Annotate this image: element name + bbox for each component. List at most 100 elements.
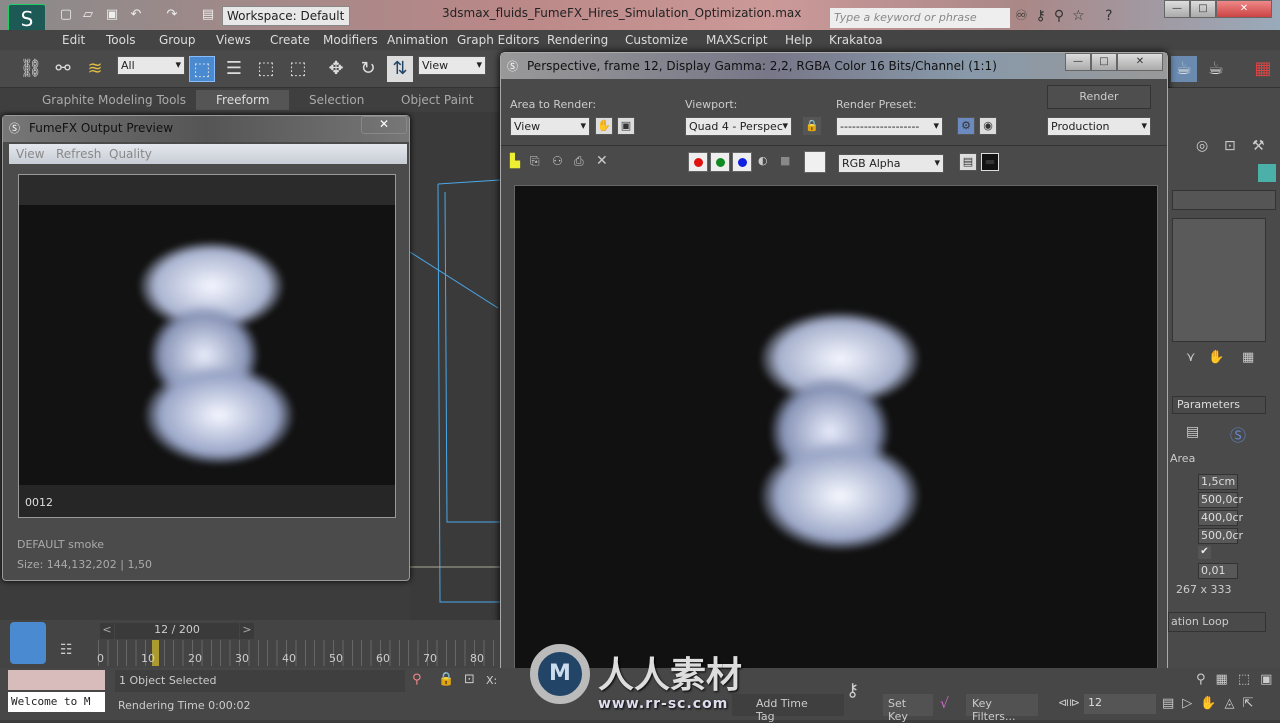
menu-create[interactable]: Create <box>270 33 310 47</box>
menu-graph-editors[interactable]: Graph Editors <box>457 33 539 47</box>
zoom-all-icon[interactable]: ▦ <box>1216 672 1238 687</box>
absolute-mode-icon[interactable]: ⊡ <box>464 672 475 687</box>
unlink-icon[interactable]: ⚯ <box>50 56 76 82</box>
tab-freeform[interactable]: Freeform <box>196 90 290 110</box>
select-by-name-icon[interactable]: ☰ <box>221 56 247 82</box>
save-image-icon[interactable]: ▙ <box>510 154 520 169</box>
maxscript-listener-input[interactable] <box>8 670 105 690</box>
time-slider[interactable]: 12 / 200 <box>115 623 239 639</box>
menu-refresh[interactable]: Refresh <box>56 147 101 161</box>
clear-icon[interactable]: ✕ <box>596 153 608 169</box>
satellite-icon[interactable]: ⚲ <box>1054 8 1072 24</box>
zoom-extents-all-icon[interactable]: ▣ <box>1260 672 1280 687</box>
menu-animation[interactable]: Animation <box>387 33 448 47</box>
selection-lock-icon[interactable]: 🔒 <box>438 672 454 687</box>
monochrome-icon[interactable]: ■ <box>780 154 790 167</box>
menu-edit[interactable]: Edit <box>62 33 85 47</box>
selection-filter-dropdown[interactable]: All <box>117 56 185 75</box>
edit-region-icon[interactable]: ✋ <box>595 117 613 135</box>
parameters-rollout[interactable]: Parameters <box>1172 396 1266 414</box>
close-button[interactable]: ✕ <box>1117 53 1163 71</box>
hammer-icon[interactable]: ⚒ <box>1252 138 1265 154</box>
threshold-input[interactable]: 0,01 <box>1198 563 1238 579</box>
color-swatch[interactable] <box>804 151 826 173</box>
prev-frame-button[interactable]: < <box>100 623 114 639</box>
workspace-dropdown[interactable]: Workspace: Default <box>222 6 350 26</box>
star-icon[interactable]: ☆ <box>1072 8 1093 24</box>
object-color-swatch[interactable] <box>1258 164 1276 182</box>
menu-customize[interactable]: Customize <box>625 33 688 47</box>
menu-group[interactable]: Group <box>159 33 196 47</box>
blue-channel-toggle[interactable] <box>732 152 752 172</box>
maxscript-listener-output[interactable]: Welcome to M <box>8 692 105 712</box>
green-channel-toggle[interactable] <box>710 152 730 172</box>
maximize-button[interactable]: □ <box>1190 0 1216 18</box>
auto-region-icon[interactable]: ▣ <box>617 117 635 135</box>
close-icon[interactable]: ✕ <box>361 116 407 134</box>
minimize-button[interactable]: — <box>1164 0 1190 18</box>
red-channel-toggle[interactable] <box>688 152 708 172</box>
show-result-icon[interactable]: ✋ <box>1208 350 1224 365</box>
render-setup-teapot-icon[interactable]: ☕ <box>1171 56 1197 82</box>
utilities-tab-icon[interactable]: ⊡ <box>1224 138 1236 154</box>
area-to-render-dropdown[interactable]: View <box>510 117 590 136</box>
undo-icon[interactable]: ↶ <box>128 8 144 22</box>
adaptive-checkbox[interactable]: ✔ <box>1198 546 1211 559</box>
binoculars-icon[interactable]: ♾ <box>1015 8 1036 24</box>
key-filters-button[interactable]: Key Filters... <box>966 694 1038 723</box>
fov-icon[interactable]: ▷ <box>1182 696 1200 711</box>
lock-icon[interactable]: 🔒 <box>803 117 821 135</box>
fumefx-logo-icon[interactable]: Ⓢ <box>1230 422 1246 446</box>
project-folder-icon[interactable]: ▤ <box>200 8 216 22</box>
width-input[interactable]: 500,0cr <box>1198 492 1243 508</box>
isolate-icon[interactable]: ⚲ <box>412 672 422 687</box>
clone-window-icon[interactable]: ⚇ <box>552 154 563 168</box>
perspective-viewport[interactable] <box>410 112 500 620</box>
menu-views[interactable]: Views <box>216 33 251 47</box>
curve-editor-icon[interactable]: ☷ <box>60 642 73 658</box>
open-file-icon[interactable]: ▱ <box>80 8 96 22</box>
scale-icon[interactable]: ⇅ <box>387 56 413 82</box>
search-input[interactable]: Type a keyword or phrase <box>830 8 1010 28</box>
menu-quality[interactable]: Quality <box>109 147 152 161</box>
viewport-nav-top[interactable]: ⚲▦⬚▣ <box>1196 672 1280 687</box>
set-key-button[interactable]: Set Key <box>883 694 933 723</box>
time-config-icon[interactable]: ⧏⧐ <box>1058 696 1080 709</box>
tab-object-paint[interactable]: Object Paint <box>401 93 474 107</box>
render-setup-icon[interactable]: ⚙ <box>957 117 975 135</box>
key-icon[interactable]: ⚷ <box>846 680 859 701</box>
zoom-extents-icon[interactable]: ⬚ <box>1238 672 1260 687</box>
move-icon[interactable]: ✥ <box>323 56 349 82</box>
render-preset-dropdown[interactable]: -------------------- <box>836 117 943 136</box>
fumefx-ui-icon[interactable]: ▤ <box>1186 424 1199 440</box>
mini-listener-toggle[interactable] <box>10 622 46 664</box>
bind-spacewarp-icon[interactable]: ≋ <box>82 56 108 82</box>
display-channel-dropdown[interactable]: RGB Alpha <box>838 154 944 173</box>
redo-icon[interactable]: ↷ <box>164 8 180 22</box>
menu-rendering[interactable]: Rendering <box>547 33 608 47</box>
print-icon[interactable]: ⎙ <box>574 154 584 169</box>
select-object-icon[interactable]: ⬚ <box>189 56 215 82</box>
configure-sets-icon[interactable]: ▦ <box>1242 350 1254 365</box>
minimize-button[interactable]: — <box>1065 53 1091 71</box>
menu-view[interactable]: View <box>16 147 44 161</box>
length-input[interactable]: 400,0cr <box>1198 510 1243 526</box>
time-config-button-icon[interactable]: ▤ <box>1162 696 1182 711</box>
new-file-icon[interactable]: ▢ <box>58 8 74 22</box>
rotate-icon[interactable]: ↻ <box>355 56 381 82</box>
spacing-input[interactable]: 1,5cm <box>1198 474 1238 490</box>
reference-coordinate-dropdown[interactable]: View <box>418 56 486 75</box>
render-button[interactable]: Render <box>1047 85 1151 109</box>
menu-help[interactable]: Help <box>785 33 812 47</box>
pin-stack-icon[interactable]: ⋎ <box>1186 350 1196 365</box>
tab-selection[interactable]: Selection <box>309 93 364 107</box>
orbit-icon[interactable]: ◬ <box>1224 696 1242 711</box>
maximize-button[interactable]: □ <box>1091 53 1117 71</box>
copy-image-icon[interactable]: ⎘ <box>530 154 540 169</box>
close-button[interactable]: ✕ <box>1216 0 1272 18</box>
pan-icon[interactable]: ✋ <box>1200 696 1224 711</box>
key-mode-icon[interactable]: √ <box>940 696 949 712</box>
simulation-loop-button[interactable]: ation Loop <box>1168 612 1266 632</box>
menu-tools[interactable]: Tools <box>106 33 136 47</box>
ribbon-toggle-icon[interactable]: ▦ <box>1250 56 1276 82</box>
